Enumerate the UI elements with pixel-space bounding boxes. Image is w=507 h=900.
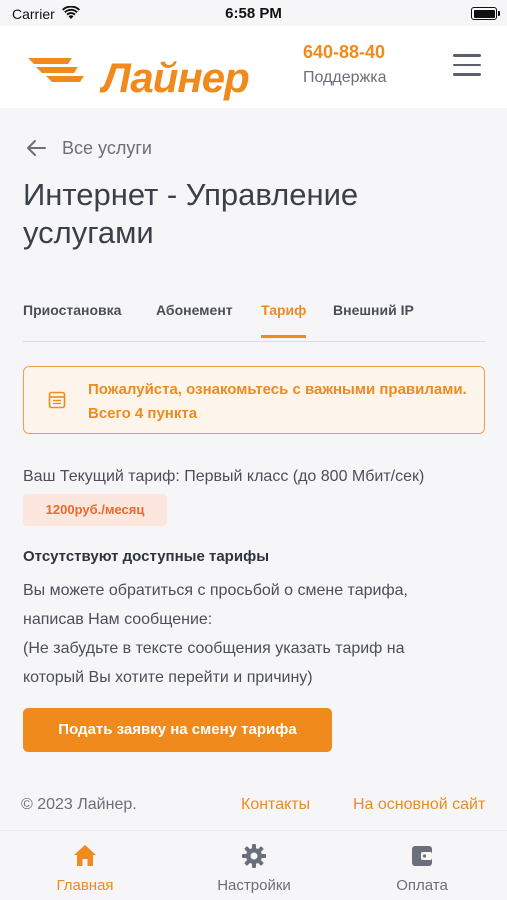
logo-text: Лайнер xyxy=(102,54,250,101)
tab-tariff[interactable]: Тариф xyxy=(261,302,307,338)
status-bar: Carrier 6:58 PM xyxy=(0,0,507,26)
gear-icon xyxy=(242,844,266,868)
page-title: Интернет - Управление услугами xyxy=(23,177,359,250)
back-label: Все услуги xyxy=(62,137,152,158)
main-content: Все услуги Интернет - Управление услугам… xyxy=(0,108,507,830)
tab-bar-home[interactable]: Главная xyxy=(25,843,145,894)
arrow-left-icon xyxy=(27,140,46,156)
info-line: написав Нам сообщение: xyxy=(23,611,213,628)
footer-contacts-link[interactable]: Контакты xyxy=(241,796,310,814)
notice-text: Пожалуйста, ознакомьтесь с важными прави… xyxy=(88,381,467,422)
logo-wings-icon xyxy=(28,58,84,82)
info-line: Вы можете обратиться с просьбой о смене … xyxy=(23,582,408,599)
tab-bar-label: Настройки xyxy=(217,877,291,894)
app-header: Лайнер 640-88-40 Поддержка xyxy=(0,26,507,108)
support-block[interactable]: 640-88-40 Поддержка xyxy=(303,42,386,87)
tab-subscription[interactable]: Абонемент xyxy=(156,302,233,338)
document-icon xyxy=(48,391,66,409)
tab-bar-label: Главная xyxy=(56,877,114,894)
no-tariffs-heading: Отсутствуют доступные тарифы xyxy=(23,548,269,565)
tab-suspension[interactable]: Приостановка xyxy=(23,302,121,338)
request-tariff-change-button[interactable]: Подать заявку на смену тарифа xyxy=(23,708,332,752)
support-phone[interactable]: 640-88-40 xyxy=(303,42,386,63)
support-label: Поддержка xyxy=(303,69,387,86)
tariff-info-text: Вы можете обратиться с просьбой о смене … xyxy=(23,576,485,692)
status-time: 6:58 PM xyxy=(225,5,282,22)
tab-external-ip[interactable]: Внешний IP xyxy=(333,302,414,338)
price-badge: 1200руб./месяц xyxy=(23,494,167,526)
tab-bar-payment[interactable]: Оплата xyxy=(362,843,482,894)
footer-main-site-link[interactable]: На основной сайт xyxy=(353,796,485,814)
info-line: который Вы хотите перейти и причину) xyxy=(23,669,313,686)
back-link[interactable]: Все услуги xyxy=(24,136,152,160)
rules-notice[interactable]: Пожалуйста, ознакомьтесь с важными прави… xyxy=(23,366,485,434)
current-tariff: Ваш Текущий тариф: Первый класс (до 800 … xyxy=(23,468,425,485)
tab-bar-settings[interactable]: Настройки xyxy=(194,843,314,894)
battery-icon xyxy=(471,7,500,20)
hamburger-menu-icon[interactable] xyxy=(453,54,481,76)
footer-copyright: © 2023 Лайнер. xyxy=(21,796,137,813)
info-line: (Не забудьте в тексте сообщения указать … xyxy=(23,640,405,657)
service-tabs: Приостановка Абонемент Тариф Внешний IP xyxy=(23,296,485,342)
home-icon xyxy=(74,845,96,866)
tab-bar-label: Оплата xyxy=(396,877,448,894)
bottom-tab-bar: Главная Настройки Оплата xyxy=(0,830,507,900)
wallet-icon xyxy=(412,846,432,866)
